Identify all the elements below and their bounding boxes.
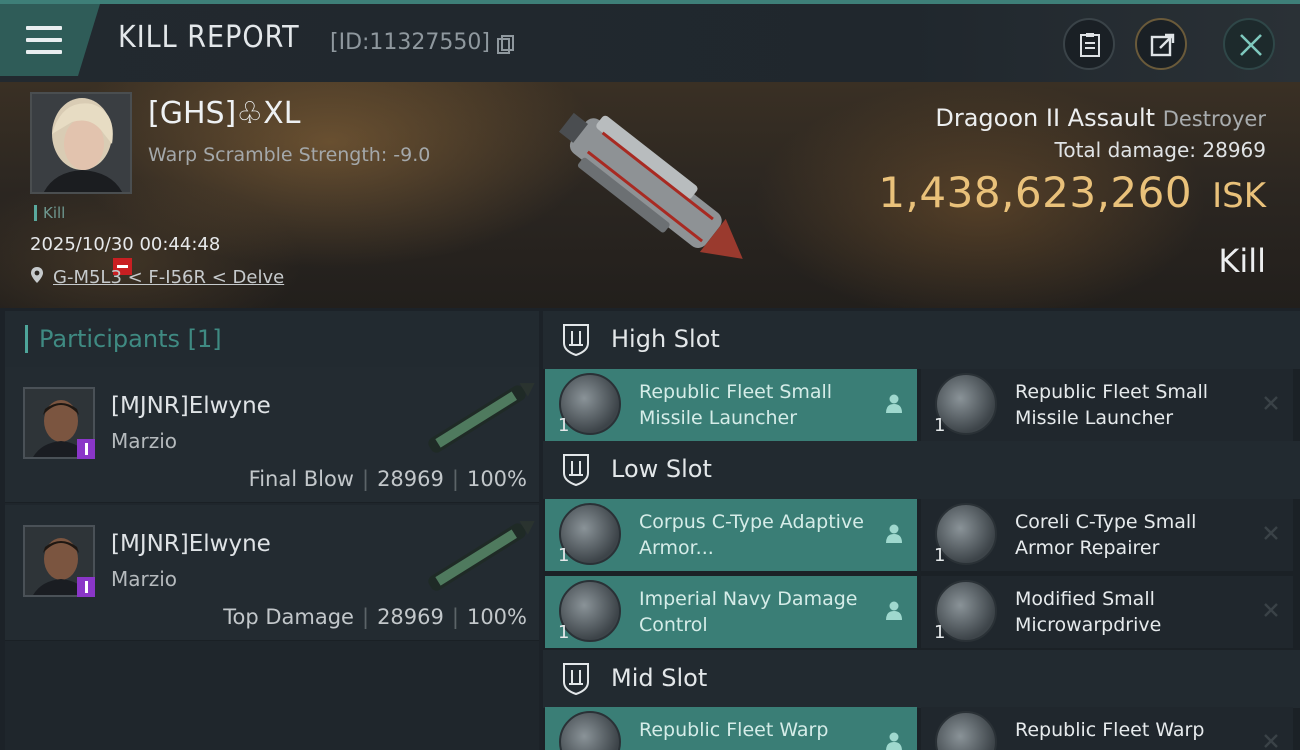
participants-title: Participants [1]	[39, 325, 222, 353]
participant-stats: Final Blow | 28969 | 100%	[248, 467, 527, 491]
slot-shield-icon	[563, 663, 589, 696]
module-qty: 1	[934, 622, 946, 643]
participant-ship: Marzio	[111, 567, 178, 591]
pilot-icon	[886, 394, 902, 413]
share-icon	[1150, 33, 1175, 57]
header-accent	[25, 325, 28, 353]
isk-unit: ISK	[1212, 176, 1266, 216]
slot-title: High Slot	[611, 325, 720, 353]
participant-damage: 28969	[377, 467, 444, 491]
module-qty: 1	[934, 415, 946, 436]
module-name: Corpus C-Type Adaptive Armor...	[639, 511, 864, 559]
clipboard-button[interactable]	[1063, 18, 1115, 70]
kill-tag: Kill	[34, 205, 65, 221]
top-bar: KILL REPORT [ID:11327550]	[0, 0, 1300, 82]
total-damage: Total damage: 28969	[1055, 138, 1266, 162]
module-name: Modified Small Microwarpdrive	[1015, 588, 1162, 636]
module-item[interactable]: 1 Republic Fleet Small Missile Launcher	[545, 369, 917, 441]
participant-percent: 100%	[466, 467, 527, 491]
participant-role: Top Damage	[223, 605, 354, 629]
module-qty: 1	[558, 622, 570, 643]
remove-x-icon[interactable]	[1263, 602, 1279, 618]
participant-name[interactable]: [MJNR]Elwyne	[111, 531, 271, 557]
participant-ship-image	[428, 382, 535, 453]
participant-row[interactable]: [MJNR]Elwyne Marzio Top Damage | 28969 | 100…	[5, 505, 539, 641]
module-qty: 1	[558, 545, 570, 566]
participant-percent: 100%	[466, 605, 527, 629]
participant-row[interactable]: [MJNR]Elwyne Marzio Final Blow | 28969 | 100…	[5, 367, 539, 503]
accent-line	[0, 0, 1300, 4]
victim-ship-image[interactable]	[535, 97, 765, 292]
remove-x-icon[interactable]	[1263, 395, 1279, 411]
victim-name[interactable]: [GHS]♧XL	[148, 96, 300, 131]
pilot-badge	[77, 439, 95, 459]
mid-slot-header: Mid Slot	[543, 650, 1300, 708]
close-icon	[1240, 34, 1262, 56]
report-id: [ID:11327550]	[330, 30, 490, 55]
participants-header: Participants [1]	[5, 311, 539, 367]
module-item[interactable]: 1 Imperial Navy Damage Control	[545, 576, 917, 648]
pilot-badge	[77, 577, 95, 597]
pilot-icon	[886, 601, 902, 620]
copy-icon[interactable]	[497, 35, 514, 55]
module-item[interactable]: Republic Fleet Warp	[545, 707, 917, 750]
module-name: Coreli C-Type Small Armor Repairer	[1015, 511, 1197, 559]
module-item[interactable]: 1 Republic Fleet Small Missile Launcher	[921, 369, 1293, 441]
module-item[interactable]: 1 Modified Small Microwarpdrive	[921, 576, 1293, 648]
share-button[interactable]	[1135, 18, 1187, 70]
pilot-icon	[886, 524, 902, 543]
participants-panel: Participants [1] [MJNR]Elwyne Marzio Fin…	[5, 311, 539, 750]
ship-type: Dragoon II Assault	[935, 104, 1156, 132]
module-qty: 1	[558, 415, 570, 436]
pilot-icon	[886, 732, 902, 750]
module-item[interactable]: 1 Coreli C-Type Small Armor Repairer	[921, 499, 1293, 571]
location-link[interactable]: G-M5L3 < F-I56R < Delve	[53, 267, 284, 288]
total-damage-value: 28969	[1202, 138, 1266, 162]
page-title: KILL REPORT	[118, 20, 300, 55]
isk-loss: 1,438,623,260 ISK	[878, 168, 1266, 217]
victim-ship-name[interactable]: Dragoon II Assault Destroyer	[935, 104, 1266, 132]
module-image	[559, 711, 621, 750]
module-name: Republic Fleet Warp	[1015, 719, 1205, 741]
remove-x-icon[interactable]	[1263, 525, 1279, 541]
ship-class: Destroyer	[1162, 107, 1266, 131]
module-name: Republic Fleet Warp	[639, 719, 829, 741]
slot-title: Mid Slot	[611, 664, 708, 692]
participant-damage: 28969	[377, 605, 444, 629]
menu-button[interactable]	[0, 4, 100, 76]
remove-x-icon[interactable]	[1263, 733, 1279, 749]
slot-shield-icon	[563, 324, 589, 357]
module-name: Imperial Navy Damage Control	[639, 588, 858, 636]
participant-stats: Top Damage | 28969 | 100%	[223, 605, 527, 629]
participant-role: Final Blow	[248, 467, 354, 491]
slot-title: Low Slot	[611, 455, 712, 483]
clipboard-icon	[1080, 33, 1100, 57]
location-pin-icon	[31, 267, 43, 283]
module-item[interactable]: Republic Fleet Warp	[921, 707, 1293, 750]
victim-hero: [GHS]♧XL Warp Scramble Strength: -9.0 Ki…	[0, 82, 1300, 308]
isk-value: 1,438,623,260	[878, 168, 1193, 217]
slot-shield-icon	[563, 454, 589, 487]
module-name: Republic Fleet Small Missile Launcher	[639, 381, 833, 429]
participant-ship-image	[428, 520, 535, 591]
close-button[interactable]	[1223, 18, 1275, 70]
warp-scramble-strength: Warp Scramble Strength: -9.0	[148, 144, 431, 166]
module-item[interactable]: 1 Corpus C-Type Adaptive Armor...	[545, 499, 917, 571]
high-slot-header: High Slot	[543, 311, 1300, 369]
result-label: Kill	[1218, 242, 1266, 280]
menu-icon	[26, 26, 62, 56]
kill-datetime: 2025/10/30 00:44:48	[30, 234, 221, 255]
low-slot-header: Low Slot	[543, 441, 1300, 499]
participant-ship: Marzio	[111, 429, 178, 453]
fitting-panel: High Slot 1 Republic Fleet Small Missile…	[543, 311, 1300, 750]
victim-portrait[interactable]	[30, 92, 132, 194]
participant-name[interactable]: [MJNR]Elwyne	[111, 393, 271, 419]
module-qty: 1	[934, 545, 946, 566]
module-name: Republic Fleet Small Missile Launcher	[1015, 381, 1209, 429]
total-damage-label: Total damage:	[1054, 138, 1197, 162]
module-image	[935, 711, 997, 750]
